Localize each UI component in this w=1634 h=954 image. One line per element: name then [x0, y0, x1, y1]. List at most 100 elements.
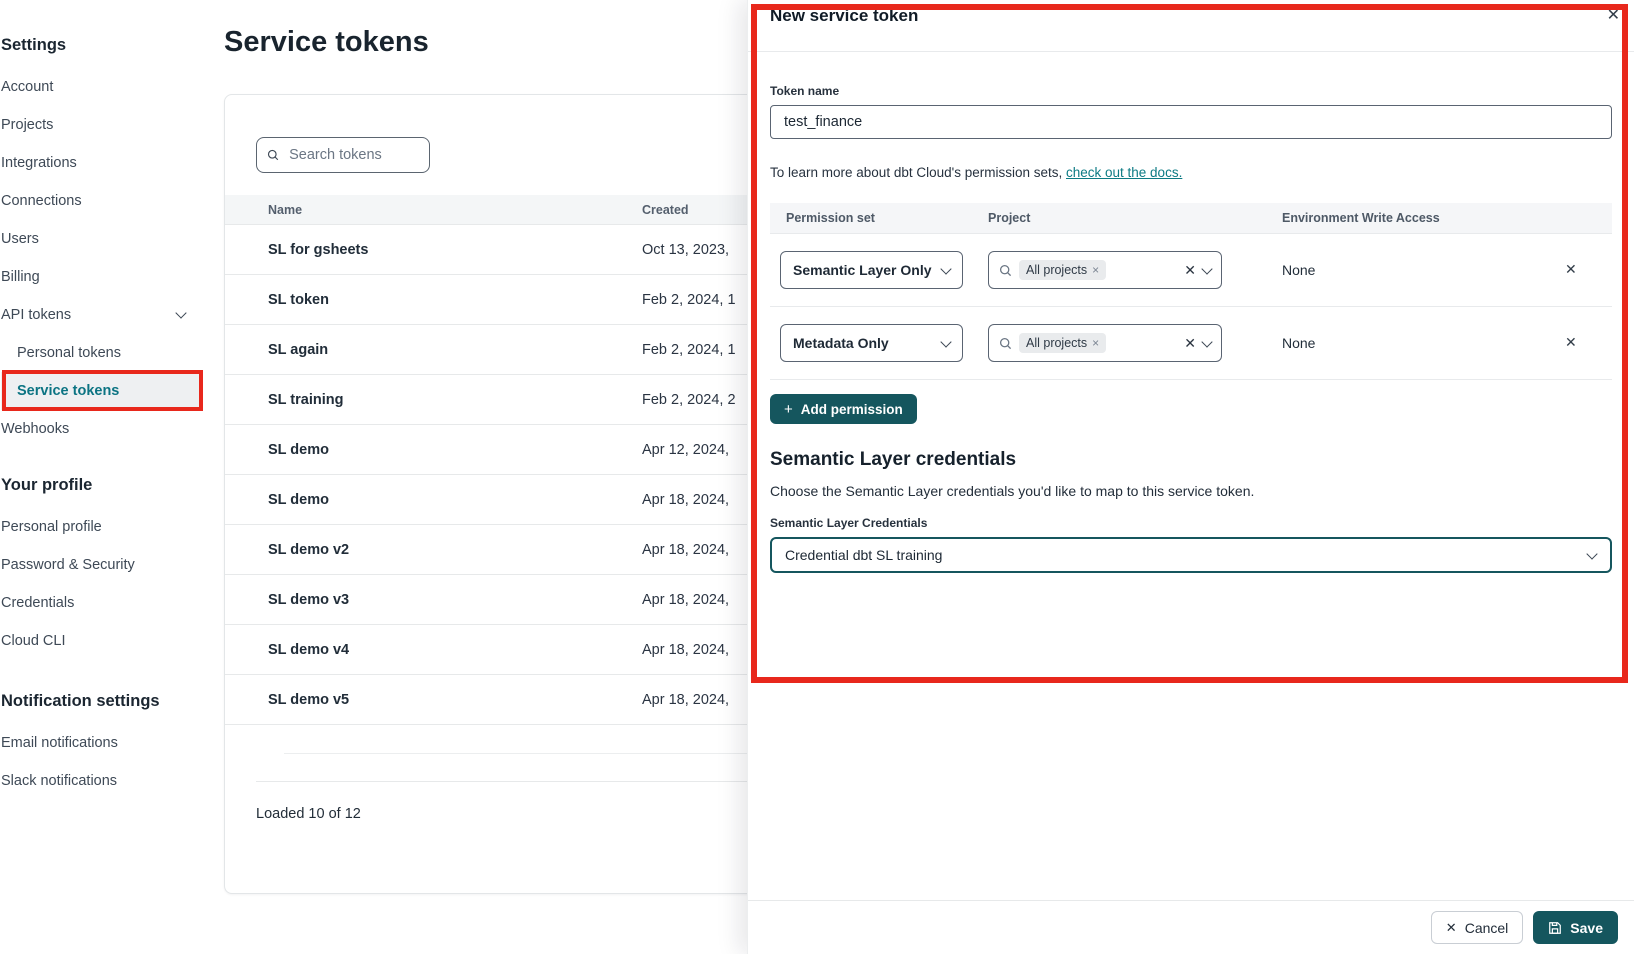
drawer-title: New service token	[748, 0, 1634, 26]
sidebar-item[interactable]: Integrations	[1, 144, 210, 182]
chevron-down-icon	[940, 263, 951, 274]
permission-row: Metadata Only All projects ×	[770, 307, 1612, 380]
cancel-button[interactable]: ✕ Cancel	[1431, 911, 1524, 944]
token-created-date: Feb 2, 2024, 1	[642, 325, 736, 375]
chevron-down-icon	[940, 336, 951, 347]
add-permission-button[interactable]: + Add permission	[770, 394, 917, 424]
token-name: SL demo v3	[268, 575, 349, 625]
sidebar-item[interactable]: Email notifications	[1, 724, 210, 762]
drawer-header: New service token ✕	[748, 0, 1634, 52]
drawer-footer: ✕ Cancel Save	[748, 900, 1634, 954]
column-header-name: Name	[268, 195, 302, 225]
plus-icon: +	[784, 401, 793, 418]
project-chip-label: All projects	[1026, 263, 1087, 277]
chevron-down-icon	[1586, 548, 1597, 559]
sidebar-profile-list: Personal profilePassword & SecurityCrede…	[1, 508, 210, 660]
save-label: Save	[1570, 920, 1603, 936]
permission-set-select[interactable]: Semantic Layer Only	[780, 251, 963, 289]
chevron-down-icon	[175, 307, 186, 318]
sidebar-item[interactable]: Account	[1, 68, 210, 106]
token-created-date: Oct 13, 2023,	[642, 225, 729, 275]
save-icon	[1548, 921, 1562, 935]
column-header-permission-set: Permission set	[786, 203, 875, 234]
search-input[interactable]	[287, 146, 419, 164]
docs-line: To learn more about dbt Cloud's permissi…	[770, 165, 1612, 180]
chip-remove-icon[interactable]: ×	[1092, 263, 1099, 277]
permission-set-value: Semantic Layer Only	[793, 262, 942, 278]
sidebar-item-service-tokens[interactable]: Service tokens	[1, 372, 201, 410]
semantic-layer-credentials-select[interactable]: Credential dbt SL training	[770, 537, 1612, 573]
sidebar-item-webhooks[interactable]: Webhooks	[1, 410, 210, 448]
token-name: SL demo v5	[268, 675, 349, 725]
permissions-table: Permission set Project Environment Write…	[770, 203, 1612, 380]
token-created-date: Apr 18, 2024,	[642, 525, 729, 575]
permissions-table-body: Semantic Layer Only All projects	[770, 234, 1612, 380]
remove-permission-icon[interactable]: ✕	[1565, 334, 1577, 351]
settings-sidebar: Settings AccountProjectsIntegrationsConn…	[0, 0, 210, 954]
sidebar-item[interactable]: Slack notifications	[1, 762, 210, 800]
token-name: SL demo	[268, 425, 329, 475]
token-created-date: Apr 18, 2024,	[642, 625, 729, 675]
sidebar-item-personal-tokens[interactable]: Personal tokens	[1, 334, 210, 372]
token-name: SL for gsheets	[268, 225, 368, 275]
sidebar-heading-notification-settings: Notification settings	[1, 686, 210, 716]
token-created-date: Feb 2, 2024, 1	[642, 275, 736, 325]
clear-selection-icon[interactable]: ✕	[1184, 335, 1196, 352]
cancel-label: Cancel	[1465, 920, 1509, 936]
save-button[interactable]: Save	[1533, 911, 1618, 944]
search-tokens-box	[256, 137, 430, 173]
token-created-date: Apr 12, 2024,	[642, 425, 729, 475]
permission-row: Semantic Layer Only All projects	[770, 234, 1612, 307]
remove-permission-icon[interactable]: ✕	[1565, 261, 1577, 278]
semantic-layer-credentials-label: Semantic Layer Credentials	[770, 516, 1612, 530]
chip-remove-icon[interactable]: ×	[1092, 336, 1099, 350]
token-name-label: Token name	[770, 84, 1612, 98]
token-name: SL training	[268, 375, 343, 425]
project-multiselect[interactable]: All projects × ✕	[988, 251, 1222, 289]
token-name: SL demo v2	[268, 525, 349, 575]
semantic-layer-credentials-value: Credential dbt SL training	[785, 547, 942, 563]
token-created-date: Apr 18, 2024,	[642, 475, 729, 525]
sidebar-item[interactable]: Projects	[1, 106, 210, 144]
sidebar-heading-settings: Settings	[1, 30, 210, 60]
token-name: SL token	[268, 275, 329, 325]
sidebar-item[interactable]: Users	[1, 220, 210, 258]
clear-selection-icon[interactable]: ✕	[1184, 262, 1196, 279]
project-chip-label: All projects	[1026, 336, 1087, 350]
token-created-date: Feb 2, 2024, 2	[642, 375, 736, 425]
token-created-date: Apr 18, 2024,	[642, 575, 729, 625]
sidebar-item-api-tokens[interactable]: API tokens	[1, 296, 201, 334]
docs-text: To learn more about dbt Cloud's permissi…	[770, 165, 1062, 180]
sidebar-item[interactable]: Cloud CLI	[1, 622, 210, 660]
sidebar-settings-list: AccountProjectsIntegrationsConnectionsUs…	[1, 68, 210, 296]
close-icon[interactable]: ✕	[1607, 8, 1620, 24]
sidebar-item[interactable]: Personal profile	[1, 508, 210, 546]
sidebar-item[interactable]: Credentials	[1, 584, 210, 622]
chevron-down-icon	[1201, 263, 1212, 274]
sidebar-item[interactable]: Password & Security	[1, 546, 210, 584]
search-icon	[999, 264, 1012, 277]
sidebar-heading-your-profile: Your profile	[1, 470, 210, 500]
permission-set-select[interactable]: Metadata Only	[780, 324, 963, 362]
token-name: SL again	[268, 325, 328, 375]
project-chip: All projects ×	[1019, 260, 1106, 280]
semantic-layer-credentials-description: Choose the Semantic Layer credentials yo…	[770, 483, 1612, 499]
new-service-token-drawer: New service token ✕ Token name To learn …	[747, 0, 1634, 954]
token-created-date: Apr 18, 2024,	[642, 675, 729, 725]
token-name-input[interactable]	[770, 105, 1612, 139]
sidebar-item[interactable]: Billing	[1, 258, 210, 296]
permissions-table-header: Permission set Project Environment Write…	[770, 203, 1612, 234]
token-name: SL demo	[268, 475, 329, 525]
docs-link[interactable]: check out the docs.	[1066, 165, 1182, 180]
drawer-body: Token name To learn more about dbt Cloud…	[748, 84, 1634, 573]
environment-write-access-value: None	[1282, 307, 1315, 380]
permission-set-value: Metadata Only	[793, 335, 942, 351]
environment-write-access-value: None	[1282, 234, 1315, 307]
project-multiselect[interactable]: All projects × ✕	[988, 324, 1222, 362]
sidebar-item[interactable]: Connections	[1, 182, 210, 220]
search-icon	[999, 337, 1012, 350]
close-icon: ✕	[1446, 920, 1457, 936]
semantic-layer-credentials-heading: Semantic Layer credentials	[770, 449, 1612, 471]
page: Settings AccountProjectsIntegrationsConn…	[0, 0, 1634, 954]
sidebar-item-label: API tokens	[1, 307, 71, 323]
